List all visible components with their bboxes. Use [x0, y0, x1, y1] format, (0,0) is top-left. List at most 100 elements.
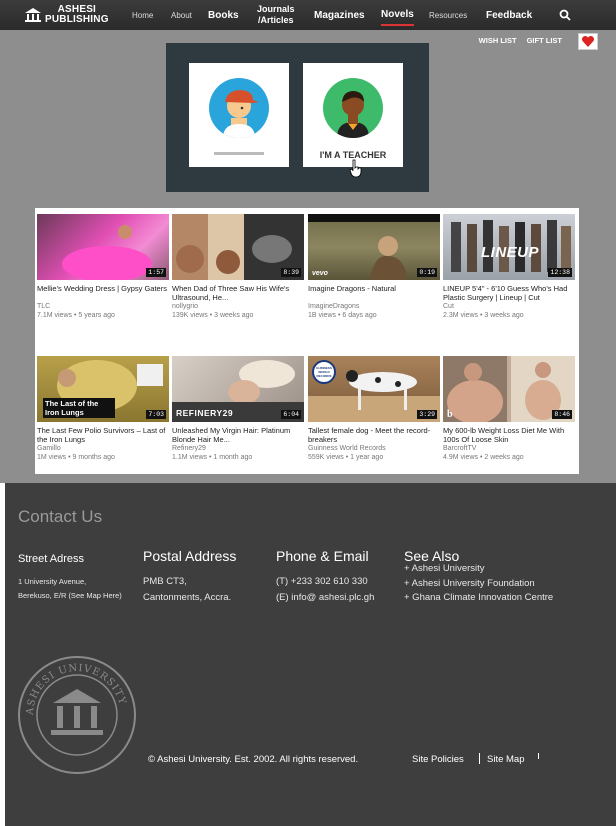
video-duration: 1:57: [146, 268, 166, 277]
video-thumbnail: vevo 0:19: [308, 214, 440, 280]
wish-list-link[interactable]: WISH LIST: [479, 36, 517, 45]
lineup-thumb-text: LINEUP: [481, 244, 540, 261]
video-title[interactable]: The Last Few Polio Survivors – Last of t…: [37, 426, 169, 444]
search-icon[interactable]: [558, 8, 572, 22]
student-label-placeholder: [214, 152, 264, 155]
guinness-logo-text: GUINNESS WORLD RECORDS: [316, 366, 332, 378]
video-card[interactable]: 8:39 When Dad of Three Saw His Wife's Ul…: [172, 214, 304, 320]
video-thumbnail: b 8:46: [443, 356, 575, 422]
video-meta: 139K views • 3 weeks ago: [172, 312, 254, 319]
footer-divider: [538, 753, 539, 759]
street-address-heading: Street Adress: [18, 553, 85, 565]
footer: Contact Us Street Adress 1 University Av…: [5, 483, 616, 826]
gift-heart-icon[interactable]: [578, 33, 598, 50]
postal-address-text: PMB CT3, Cantonments, Accra.: [143, 574, 231, 606]
site-map-link[interactable]: Site Map: [487, 754, 525, 765]
video-thumbnail: LINEUP 12:38: [443, 214, 575, 280]
video-meta: 7.1M views • 5 years ago: [37, 312, 115, 319]
video-meta: 2.3M views • 3 weeks ago: [443, 312, 524, 319]
video-title[interactable]: LINEUP 5'4" - 6'10 Guess Who's Had Plast…: [443, 284, 575, 302]
vevo-logo: vevo: [312, 270, 328, 277]
refinery29-thumb-text: REFINERY29: [176, 408, 234, 418]
nav-magazines[interactable]: Magazines: [314, 0, 365, 30]
link-ghana-climate[interactable]: + Ghana Climate Innovation Centre: [404, 591, 553, 606]
postal-line-1: PMB CT3,: [143, 576, 187, 587]
phone-email-text: (T) +233 302 610 330 (E) info@ ashesi.pl…: [276, 574, 374, 606]
student-avatar-icon: [209, 78, 269, 138]
video-channel[interactable]: Cut: [443, 302, 575, 311]
guinness-logo: GUINNESS WORLD RECORDS: [312, 360, 336, 384]
video-title[interactable]: Tallest female dog - Meet the record-bre…: [308, 426, 440, 444]
teacher-role-card[interactable]: I'M A TEACHER: [303, 63, 403, 167]
nav-journals-articles[interactable]: Journals /Articles: [257, 0, 295, 30]
video-card[interactable]: REFINERY29 6:04 Unleashed My Virgin Hair…: [172, 356, 304, 462]
postal-address-heading: Postal Address: [143, 548, 237, 564]
video-card[interactable]: The Last of the Iron Lungs 7:03 The Last…: [37, 356, 169, 462]
video-duration: 12:38: [548, 268, 572, 277]
iron-lungs-thumb-text: The Last of the Iron Lungs: [43, 398, 115, 418]
ashesi-seal-icon: ASHESI UNIVERSITY: [18, 656, 136, 774]
contact-us-heading: Contact Us: [18, 507, 103, 526]
video-title[interactable]: My 600-lb Weight Loss Diet Me With 100s …: [443, 426, 575, 444]
heart-icon: [581, 35, 595, 47]
street-line-1: 1 University Avenue,: [18, 577, 87, 586]
phone-email-heading: Phone & Email: [276, 548, 369, 564]
gift-list-link[interactable]: GIFT LIST: [527, 36, 562, 45]
footer-divider: [479, 753, 480, 764]
nav-home[interactable]: Home: [132, 0, 153, 30]
nav-novels[interactable]: Novels: [381, 4, 414, 26]
video-thumbnail: GUINNESS WORLD RECORDS 3:29: [308, 356, 440, 422]
video-meta: 1M views • 9 months ago: [37, 454, 115, 461]
video-duration: 3:29: [417, 410, 437, 419]
link-ashesi-university[interactable]: + Ashesi University: [404, 562, 553, 577]
video-channel[interactable]: Guinness World Records: [308, 444, 440, 453]
video-channel[interactable]: TLC: [37, 302, 169, 311]
video-channel[interactable]: BarcroftTV: [443, 444, 575, 453]
nav-about[interactable]: About: [171, 0, 192, 30]
video-thumbnail: The Last of the Iron Lungs 7:03: [37, 356, 169, 422]
nav-journals-line2: /Articles: [257, 15, 294, 25]
video-card[interactable]: GUINNESS WORLD RECORDS 3:29 Tallest fema…: [308, 356, 440, 462]
video-grid: 1:57 Mellie's Wedding Dress | Gypsy Gate…: [35, 208, 579, 474]
nav-resources[interactable]: Resources: [429, 0, 467, 30]
teacher-avatar-icon: [323, 78, 383, 138]
nav-books[interactable]: Books: [208, 0, 239, 30]
role-selection-panel: I'M A TEACHER: [166, 43, 429, 192]
video-meta: 1.1M views • 1 month ago: [172, 454, 253, 461]
video-channel[interactable]: ImagineDragons: [308, 302, 440, 311]
street-line-2[interactable]: Berekuso, E/R (See Map Here): [18, 589, 122, 603]
email-address[interactable]: (E) info@ ashesi.plc.gh: [276, 590, 374, 606]
nav-journals-line1: Journals: [257, 4, 295, 14]
video-channel[interactable]: Gamillo: [37, 444, 169, 453]
video-duration: 7:03: [146, 410, 166, 419]
see-also-links: + Ashesi University + Ashesi University …: [404, 562, 553, 606]
site-policies-link[interactable]: Site Policies: [412, 754, 464, 765]
video-card[interactable]: LINEUP 12:38 LINEUP 5'4" - 6'10 Guess Wh…: [443, 214, 575, 320]
video-channel[interactable]: Refinery29: [172, 444, 304, 453]
page: ASHESI PUBLISHING Home About Books Journ…: [0, 0, 616, 826]
utility-links: WISH LIST GIFT LIST: [479, 36, 562, 45]
student-role-card[interactable]: [189, 63, 289, 167]
video-duration: 6:04: [281, 410, 301, 419]
video-title[interactable]: Unleashed My Virgin Hair: Platinum Blond…: [172, 426, 304, 444]
video-thumbnail: REFINERY29 6:04: [172, 356, 304, 422]
video-title[interactable]: When Dad of Three Saw His Wife's Ultraso…: [172, 284, 304, 302]
link-ashesi-foundation[interactable]: + Ashesi University Foundation: [404, 577, 553, 592]
video-card[interactable]: b 8:46 My 600-lb Weight Loss Diet Me Wit…: [443, 356, 575, 462]
top-nav-bar: ASHESI PUBLISHING Home About Books Journ…: [0, 0, 616, 30]
hand-cursor-icon: [349, 159, 362, 178]
video-channel[interactable]: nollygrio: [172, 302, 304, 311]
video-card[interactable]: vevo 0:19 Imagine Dragons - Natural Imag…: [308, 214, 440, 320]
logo-building-icon: [25, 8, 41, 22]
video-thumbnail: 1:57: [37, 214, 169, 280]
video-title[interactable]: Imagine Dragons - Natural: [308, 284, 440, 302]
video-meta: 1B views • 6 days ago: [308, 312, 377, 319]
logo[interactable]: ASHESI PUBLISHING: [24, 5, 124, 25]
street-address-text: 1 University Avenue, Berekuso, E/R (See …: [18, 575, 122, 603]
phone-number[interactable]: (T) +233 302 610 330: [276, 574, 374, 590]
logo-line2: PUBLISHING: [45, 14, 109, 25]
video-title[interactable]: Mellie's Wedding Dress | Gypsy Gaters: [37, 284, 169, 302]
video-card[interactable]: 1:57 Mellie's Wedding Dress | Gypsy Gate…: [37, 214, 169, 320]
copyright-text: © Ashesi University. Est. 2002. All righ…: [148, 754, 359, 765]
nav-feedback[interactable]: Feedback: [486, 0, 532, 30]
